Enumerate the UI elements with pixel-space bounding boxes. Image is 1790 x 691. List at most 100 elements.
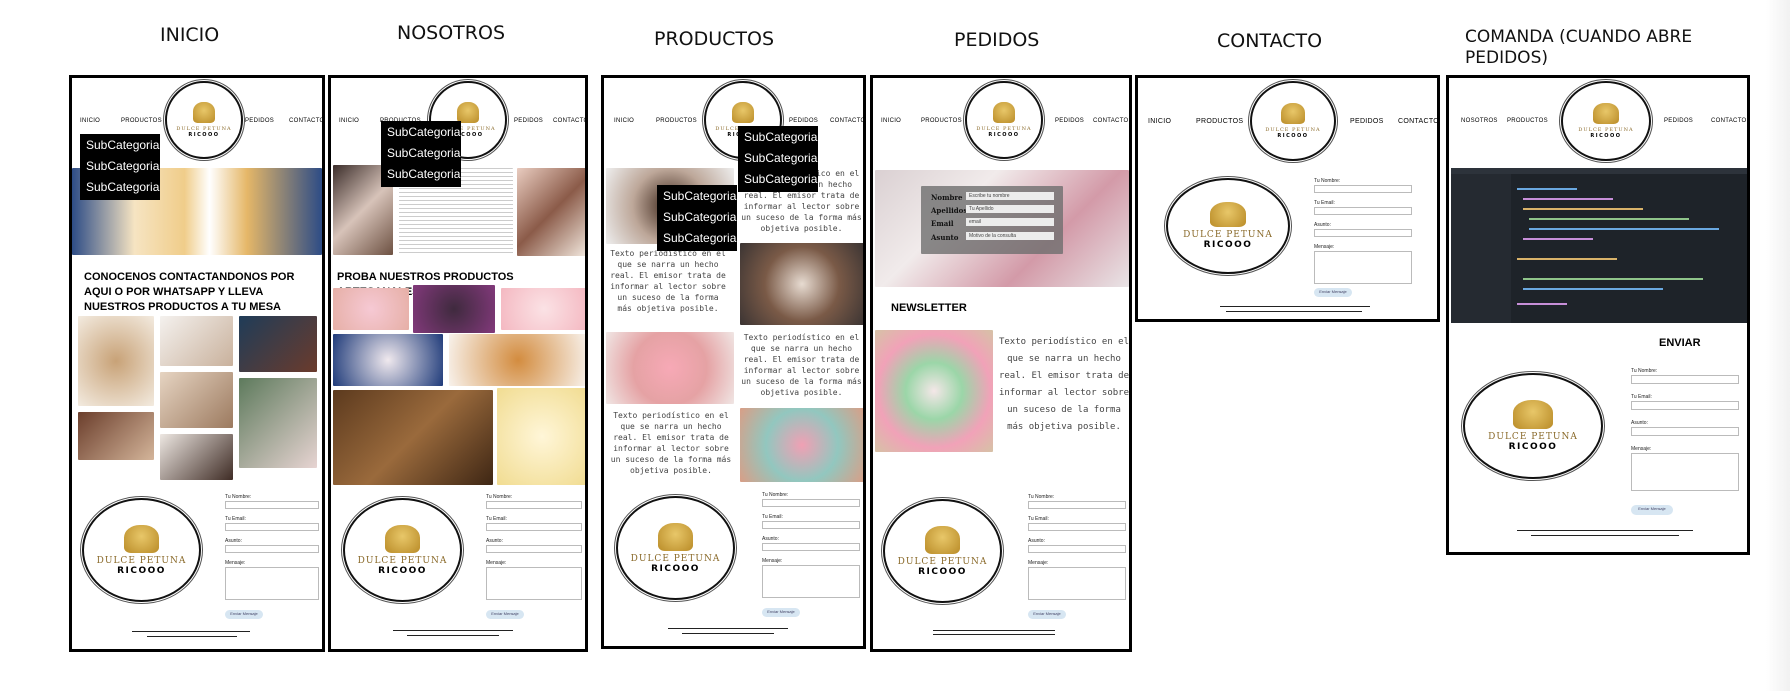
footer-divider <box>132 631 250 632</box>
about-image <box>517 168 585 256</box>
input-email[interactable] <box>225 523 319 531</box>
input-nombre[interactable] <box>486 501 582 509</box>
send-button[interactable]: Enviar Mensaje <box>1631 505 1673 515</box>
nav-inicio[interactable]: INICIO <box>80 118 100 124</box>
footer-divider <box>1226 311 1362 312</box>
footer-divider <box>1517 530 1693 531</box>
code-line <box>1517 303 1567 305</box>
product-image <box>497 388 585 485</box>
textarea-mensaje[interactable] <box>1631 453 1739 491</box>
nav-pedidos[interactable]: PEDIDOS <box>1350 118 1384 125</box>
textarea-mensaje[interactable] <box>762 565 860 598</box>
label-asunto: Asunto: <box>225 538 242 544</box>
textarea-mensaje[interactable] <box>486 567 582 600</box>
submenu-item[interactable]: SubCategoria <box>86 180 159 194</box>
submenu-item[interactable]: SubCategoria <box>387 146 460 160</box>
nav-inicio[interactable]: NOSOTROS <box>1461 118 1498 124</box>
footer-divider <box>933 630 1055 631</box>
logo-brand: DULCE PETUNA <box>1488 431 1578 442</box>
nav-productos[interactable]: PRODUCTOS <box>1196 118 1243 125</box>
page-scrollbar[interactable] <box>1766 0 1790 691</box>
input-apellidos[interactable]: Tu Apellido <box>966 205 1054 213</box>
submenu-item[interactable]: SubCategoria <box>744 172 817 186</box>
nav-pedidos[interactable]: PEDIDOS <box>514 118 543 124</box>
nav-pedidos[interactable]: PEDIDOS <box>789 118 818 124</box>
product-text: Texto periodístico en el que se narra un… <box>741 333 862 397</box>
label-email: Tu Email: <box>1028 516 1049 522</box>
submenu-item[interactable]: SubCategoria <box>86 159 159 173</box>
submenu-item[interactable]: SubCategoria <box>86 138 159 152</box>
nav-inicio[interactable]: INICIO <box>881 118 901 124</box>
submenu-item[interactable]: SubCategoria <box>387 125 460 139</box>
nav-contacto[interactable]: CONTACTO <box>1398 118 1437 125</box>
code-line <box>1517 258 1617 260</box>
nav-pedidos[interactable]: PEDIDOS <box>245 118 274 124</box>
footer-divider <box>147 636 237 637</box>
input-asunto[interactable] <box>225 545 319 553</box>
send-button[interactable]: Enviar Mensaje <box>762 608 800 617</box>
submenu-item[interactable]: SubCategoria <box>744 151 817 165</box>
nav-productos[interactable]: PRODUCTOS <box>921 118 962 124</box>
nav-contacto[interactable]: CONTACTO <box>289 118 322 124</box>
footer-logo: DULCE PETUNA RICOOO <box>343 498 462 602</box>
input-asunto[interactable] <box>1314 229 1412 237</box>
label-mensaje: Mensaje: <box>762 558 783 564</box>
title-contacto: CONTACTO <box>1217 30 1323 52</box>
nav-inicio[interactable]: INICIO <box>1148 118 1171 125</box>
logo-brand: DULCE PETUNA <box>96 555 187 566</box>
textarea-mensaje[interactable] <box>1028 567 1126 600</box>
input-nombre[interactable] <box>1028 501 1126 509</box>
label-asunto: Asunto: <box>1631 420 1648 426</box>
nav-contacto[interactable]: CONTACTO <box>830 118 863 124</box>
nav-pedidos[interactable]: PEDIDOS <box>1664 118 1693 124</box>
label-nombre: Nombre <box>931 193 963 202</box>
product-image <box>333 288 409 330</box>
logo-brand2: RICOOO <box>378 565 427 576</box>
submenu-item[interactable]: SubCategoria <box>663 210 736 224</box>
nav-contacto[interactable]: CONTACTO <box>553 118 585 124</box>
submenu-item[interactable]: SubCategoria <box>663 189 736 203</box>
nav-inicio[interactable]: INICIO <box>614 118 634 124</box>
submenu-item[interactable]: SubCategoria <box>663 231 736 245</box>
input-email[interactable] <box>486 523 582 531</box>
submenu-item[interactable]: SubCategoria <box>744 130 817 144</box>
send-button[interactable]: Enviar Mensaje <box>225 610 263 619</box>
label-asunto: Asunto: <box>1314 222 1331 228</box>
send-button[interactable]: Enviar Mensaje <box>486 610 524 619</box>
input-asunto[interactable] <box>762 543 860 551</box>
logo: DULCE PETUNA RICOOO <box>1250 81 1336 161</box>
input-nombre[interactable]: Escribe tu nombre <box>966 192 1054 200</box>
label-mensaje: Mensaje: <box>486 560 507 566</box>
nav-inicio[interactable]: INICIO <box>339 118 359 124</box>
panel-nosotros: INICIO PRODUCTOS PEDIDOS CONTACTO DULCE … <box>328 75 588 652</box>
label-asunto: Asunto: <box>762 536 779 542</box>
input-email[interactable] <box>1314 207 1412 215</box>
textarea-mensaje[interactable] <box>225 567 319 600</box>
input-asunto[interactable] <box>486 545 582 553</box>
input-nombre[interactable] <box>762 499 860 507</box>
input-nombre[interactable] <box>225 501 319 509</box>
input-asunto[interactable] <box>1028 545 1126 553</box>
input-asunto[interactable] <box>1631 427 1739 436</box>
send-button[interactable]: Enviar Mensaje <box>1028 610 1066 619</box>
nav-contacto[interactable]: CONTACTO <box>1711 118 1747 124</box>
panel-pedidos: INICIO PRODUCTOS PEDIDOS CONTACTO DULCE … <box>870 75 1132 652</box>
input-email[interactable] <box>762 521 860 529</box>
panel-comanda: NOSOTROS PRODUCTOS PEDIDOS CONTACTO DULC… <box>1446 75 1750 555</box>
nav-productos[interactable]: PRODUCTOS <box>1507 118 1548 124</box>
nav-productos[interactable]: PRODUCTOS <box>121 118 162 124</box>
nav-productos[interactable]: PRODUCTOS <box>656 118 697 124</box>
input-nombre[interactable] <box>1314 185 1412 193</box>
input-email[interactable] <box>1028 523 1126 531</box>
send-button[interactable]: Enviar Mensaje <box>1314 288 1352 297</box>
input-email[interactable] <box>1631 401 1739 410</box>
submenu-dropdown: SubCategoria SubCategoria SubCategoria <box>738 126 818 192</box>
nav-pedidos[interactable]: PEDIDOS <box>1055 118 1084 124</box>
nav-contacto[interactable]: CONTACTO <box>1093 118 1129 124</box>
input-nombre[interactable] <box>1631 375 1739 384</box>
submenu-item[interactable]: SubCategoria <box>387 167 460 181</box>
input-email[interactable]: email <box>966 218 1054 226</box>
textarea-mensaje[interactable] <box>1314 251 1412 284</box>
input-asunto[interactable]: Motivo de la consulta <box>966 232 1054 240</box>
label-email: Tu Email: <box>486 516 507 522</box>
